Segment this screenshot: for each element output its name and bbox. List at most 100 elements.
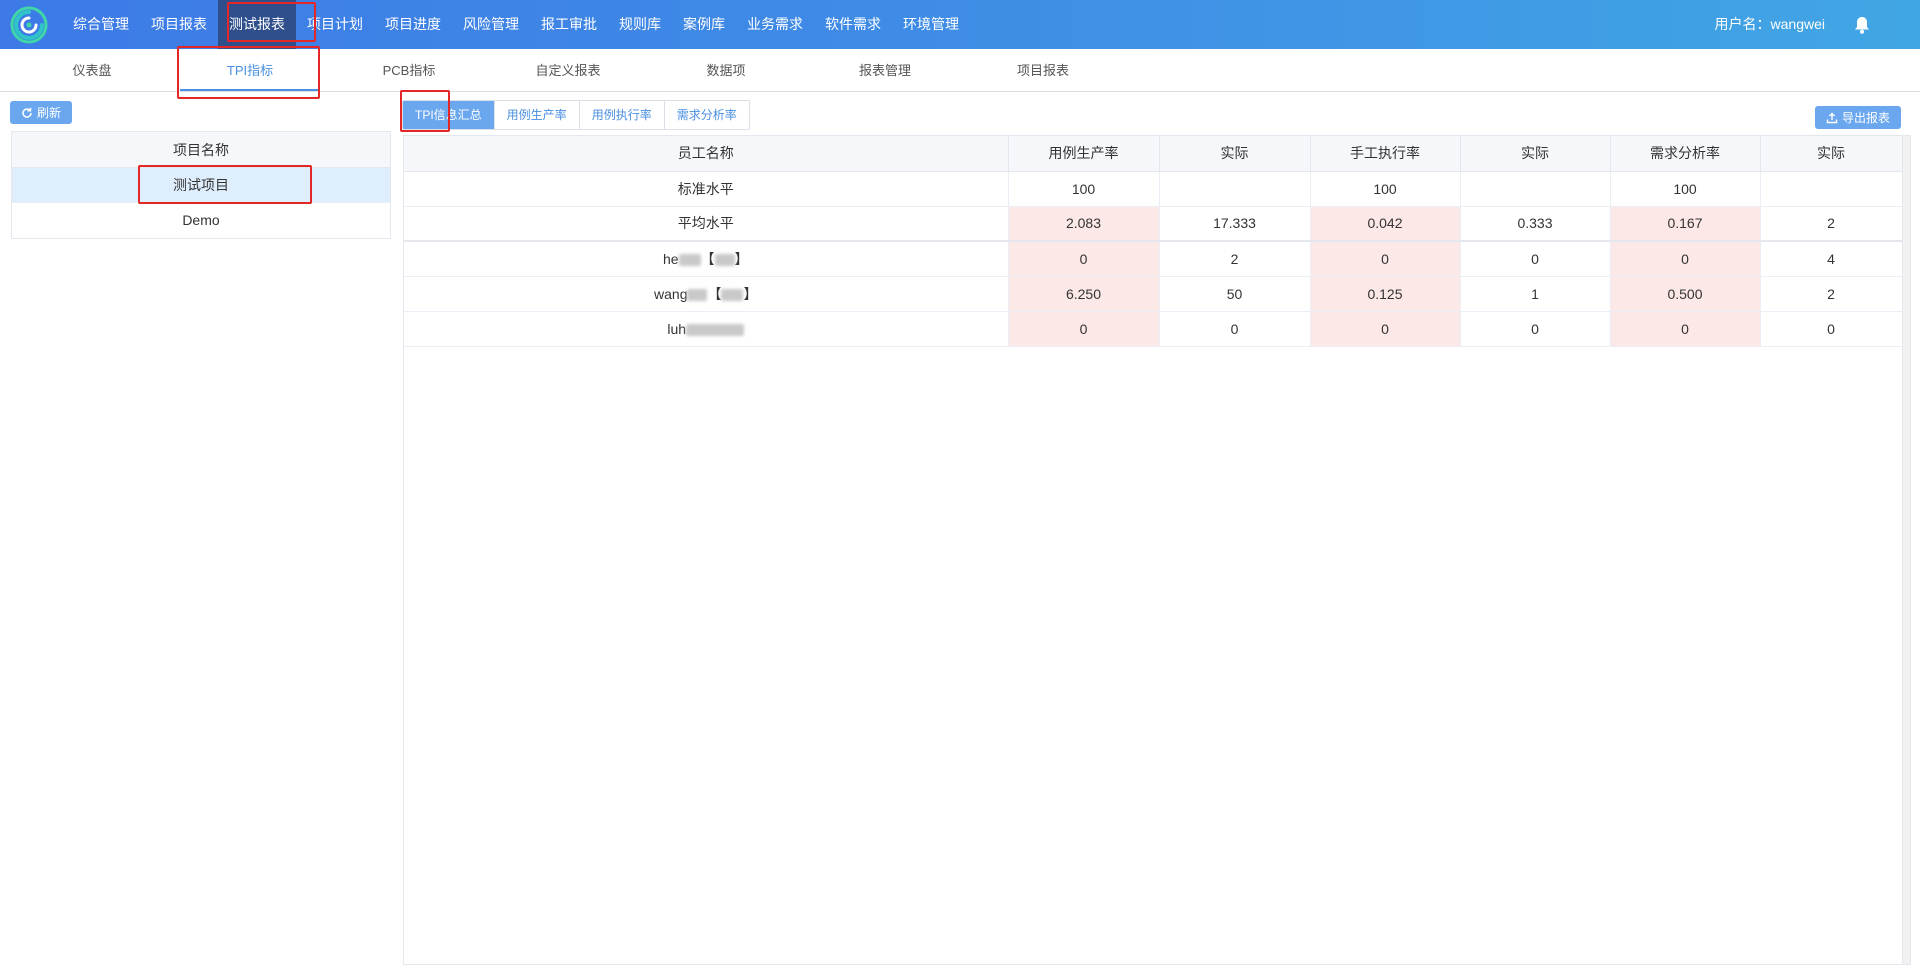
table-row[interactable]: luh 0 0 0 0 0 0 (404, 311, 1903, 347)
cell-value: 2.083 (1008, 206, 1160, 242)
export-label: 导出报表 (1841, 111, 1890, 125)
active-tab-underline (180, 89, 320, 91)
tab-requirement-analysis[interactable]: 需求分析率 (664, 101, 749, 129)
nav-item-测试报表[interactable]: 测试报表 (218, 0, 296, 49)
table-row[interactable]: he 【 】 0 2 0 0 0 4 (404, 241, 1903, 277)
employee-name: wang (654, 285, 688, 302)
table-row[interactable]: wang 【 】 6.250 50 0.125 1 0.500 2 (404, 276, 1903, 312)
cell-value: 100 (1310, 171, 1461, 207)
cell-value: 0.333 (1460, 206, 1611, 242)
refresh-label: 刷新 (36, 106, 61, 120)
tpi-tabs: TPI信息汇总 用例生产率 用例执行率 需求分析率 (402, 100, 750, 130)
tab-case-execution[interactable]: 用例执行率 (579, 101, 665, 129)
cell-value: 0.167 (1610, 206, 1761, 242)
nav-item-业务需求[interactable]: 业务需求 (736, 0, 814, 49)
refresh-icon (22, 107, 32, 118)
subnav-item-报表管理[interactable]: 报表管理 (835, 49, 935, 92)
column-header-employee[interactable]: 员工名称 (404, 136, 1009, 172)
user-info[interactable]: 用户名： wangwei (1715, 0, 1825, 49)
nav-item-软件需求[interactable]: 软件需求 (814, 0, 892, 49)
refresh-button[interactable]: 刷新 (10, 101, 72, 124)
cell-value: 0 (1610, 241, 1761, 277)
cell-value: 100 (1008, 171, 1160, 207)
nav-item-环境管理[interactable]: 环境管理 (892, 0, 970, 49)
cell-value (1159, 171, 1311, 207)
subnav-item-项目报表[interactable]: 项目报表 (993, 49, 1093, 92)
employee-dept-open: 【 (707, 285, 722, 302)
main-nav: 综合管理 项目报表 测试报表 项目计划 项目进度 风险管理 报工审批 规则库 案… (62, 0, 970, 49)
upload-icon (1826, 112, 1838, 123)
column-header-requirement-analysis[interactable]: 需求分析率 (1610, 136, 1761, 172)
user-label: 用户名： (1714, 16, 1771, 32)
nav-item-案例库[interactable]: 案例库 (672, 0, 736, 49)
cell-value: 6.250 (1008, 276, 1160, 312)
cell-value: 0.125 (1310, 276, 1461, 312)
cell-value: 0.500 (1610, 276, 1761, 312)
subnav-item-pcb[interactable]: PCB指标 (359, 49, 459, 92)
column-header-manual-execution[interactable]: 手工执行率 (1310, 136, 1461, 172)
export-report-button[interactable]: 导出报表 (1815, 106, 1901, 129)
table-row[interactable]: 平均水平 2.083 17.333 0.042 0.333 0.167 2 (404, 206, 1903, 242)
table-row[interactable]: 标准水平 100 100 100 (404, 171, 1903, 207)
tab-tpi-summary[interactable]: TPI信息汇总 (403, 101, 495, 129)
subnav-item-数据项[interactable]: 数据项 (676, 49, 776, 92)
redacted-text (686, 323, 745, 336)
subnav-item-自定义报表[interactable]: 自定义报表 (518, 49, 618, 92)
cell-value: 2 (1760, 276, 1903, 312)
project-row-selected[interactable]: 测试项目 (12, 168, 390, 203)
top-navigation-bar: 综合管理 项目报表 测试报表 项目计划 项目进度 风险管理 报工审批 规则库 案… (0, 0, 1920, 49)
employee-dept-open: 【 (700, 250, 715, 267)
cell-employee: 标准水平 (404, 171, 1009, 207)
tpi-table-container: 员工名称 用例生产率 实际 手工执行率 实际 需求分析率 实际 标准水平 100… (403, 135, 1911, 965)
nav-item-项目进度[interactable]: 项目进度 (374, 0, 452, 49)
cell-employee: wang 【 】 (404, 276, 1009, 312)
cell-value: 0 (1310, 241, 1461, 277)
nav-item-报工审批[interactable]: 报工审批 (530, 0, 608, 49)
column-header-actual[interactable]: 实际 (1760, 136, 1903, 172)
cell-value (1760, 171, 1903, 207)
nav-item-风险管理[interactable]: 风险管理 (452, 0, 530, 49)
cell-value: 1 (1460, 276, 1611, 312)
cell-value: 0 (1760, 311, 1903, 347)
cell-value: 2 (1159, 241, 1311, 277)
cell-employee: he 【 】 (404, 241, 1009, 277)
employee-dept-close: 】 (734, 250, 749, 267)
tab-case-production[interactable]: 用例生产率 (494, 101, 580, 129)
cell-value: 0 (1610, 311, 1761, 347)
cell-employee: luh (404, 311, 1009, 347)
employee-name: luh (667, 320, 687, 337)
cell-value: 0 (1159, 311, 1311, 347)
employee-name: he (662, 250, 679, 267)
cell-value: 2 (1760, 206, 1903, 242)
project-list-header: 项目名称 (12, 132, 390, 168)
subnav-item-仪表盘[interactable]: 仪表盘 (42, 49, 142, 92)
project-row[interactable]: Demo (12, 203, 390, 238)
cell-value: 0 (1460, 311, 1611, 347)
cell-value: 50 (1159, 276, 1311, 312)
sub-navigation: 仪表盘 TPI指标 PCB指标 自定义报表 数据项 报表管理 项目报表 (0, 49, 1920, 92)
bell-icon[interactable] (1852, 15, 1872, 35)
nav-item-项目报表[interactable]: 项目报表 (140, 0, 218, 49)
subnav-item-tpi[interactable]: TPI指标 (200, 49, 300, 92)
user-name: wangwei (1770, 16, 1825, 32)
cell-employee: 平均水平 (404, 206, 1009, 242)
table-scrollbar[interactable] (1902, 136, 1910, 964)
tpi-table: 员工名称 用例生产率 实际 手工执行率 实际 需求分析率 实际 标准水平 100… (404, 136, 1903, 347)
column-header-actual[interactable]: 实际 (1159, 136, 1311, 172)
redacted-text (714, 254, 735, 267)
nav-item-项目计划[interactable]: 项目计划 (296, 0, 374, 49)
nav-item-规则库[interactable]: 规则库 (608, 0, 672, 49)
cell-value: 0 (1008, 311, 1160, 347)
cell-value: 0.042 (1310, 206, 1461, 242)
project-list: 项目名称 测试项目 Demo (11, 131, 391, 239)
cell-value (1460, 171, 1611, 207)
column-header-case-production[interactable]: 用例生产率 (1008, 136, 1160, 172)
redacted-text (678, 254, 701, 267)
cell-value: 17.333 (1159, 206, 1311, 242)
nav-item-综合管理[interactable]: 综合管理 (62, 0, 140, 49)
cell-value: 100 (1610, 171, 1761, 207)
cell-value: 0 (1310, 311, 1461, 347)
app-logo-icon[interactable] (10, 6, 48, 44)
redacted-text (721, 288, 744, 301)
column-header-actual[interactable]: 实际 (1460, 136, 1611, 172)
